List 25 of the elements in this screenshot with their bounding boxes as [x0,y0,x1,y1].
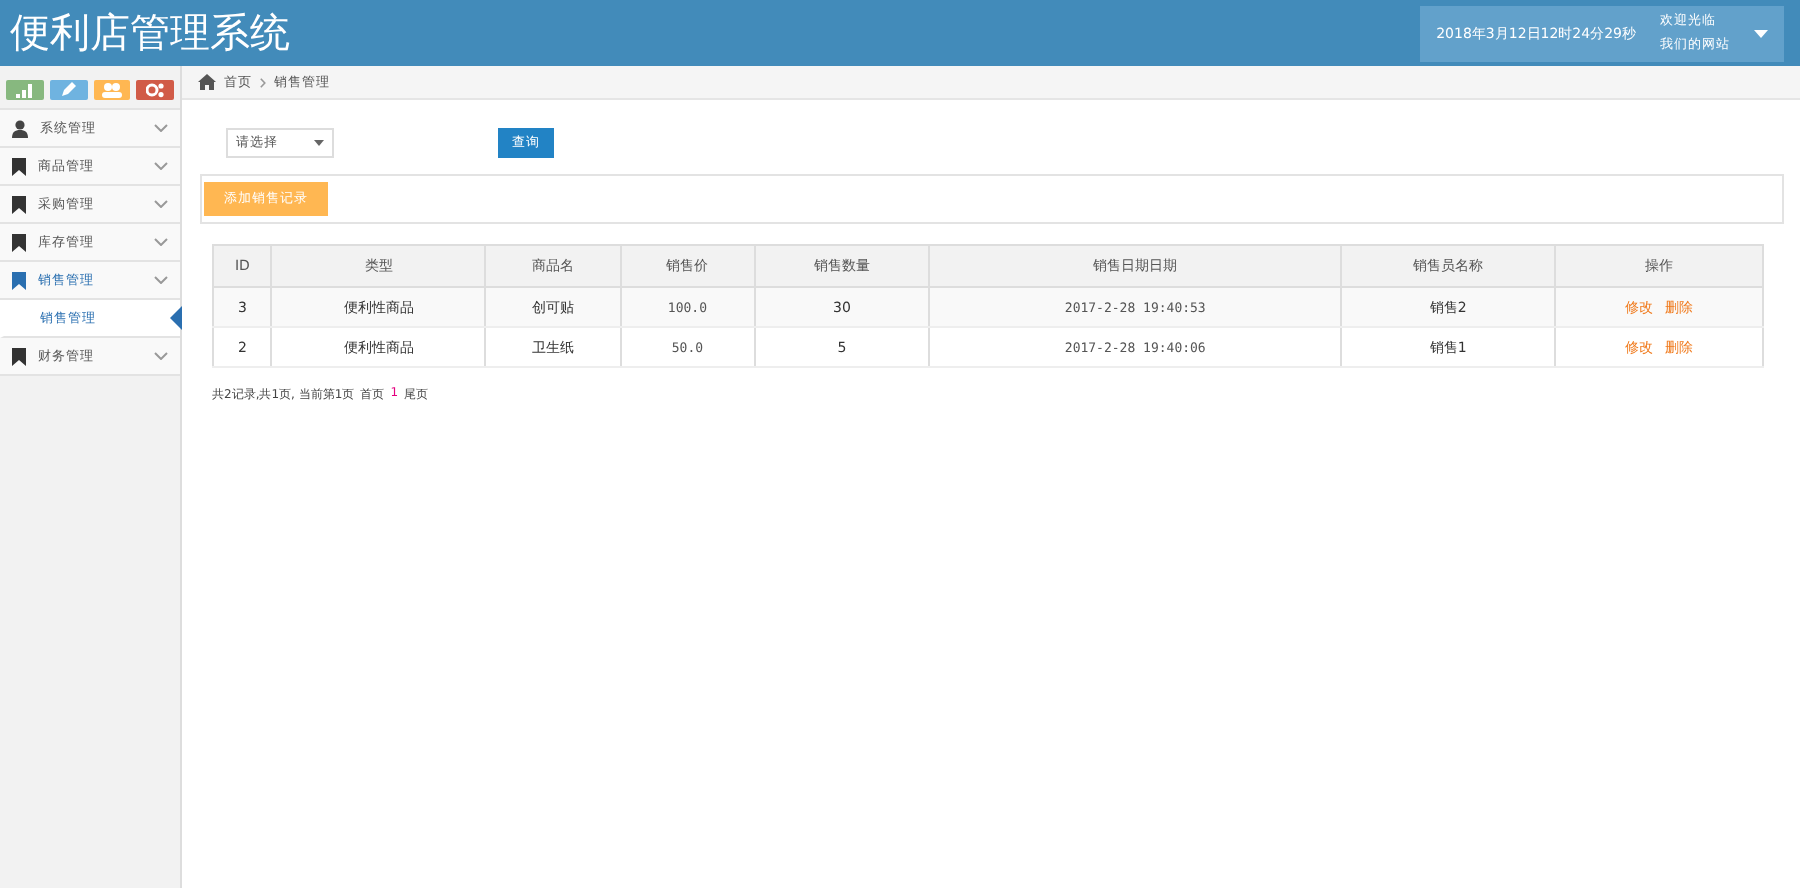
chevron-down-icon [154,276,168,284]
bookmark-icon [12,347,26,365]
bookmark-icon [12,157,26,175]
home-icon [198,74,216,90]
chart-shortcut-button[interactable] [6,80,44,100]
user-icon [12,119,28,137]
group-shortcut-button[interactable] [93,80,131,100]
bookmark-icon [12,195,26,213]
edit-shortcut-button[interactable] [49,80,87,100]
bookmark-icon [12,233,26,251]
chevron-down-icon [154,200,168,208]
chevron-down-icon [154,238,168,246]
caret-icon [314,139,324,145]
pencil-icon [60,82,77,98]
settings-icon [146,82,165,98]
chevron-down-icon [154,352,168,360]
caret-icon [1754,29,1768,37]
bookmark-icon [12,271,26,289]
app-title: 便利店管理系统 [10,6,290,60]
users-icon [101,82,122,98]
bar-chart-icon [15,83,34,97]
settings-shortcut-button[interactable] [136,80,174,100]
chevron-down-icon [154,124,168,132]
chevron-down-icon [154,162,168,170]
chevron-right-icon [260,77,266,87]
